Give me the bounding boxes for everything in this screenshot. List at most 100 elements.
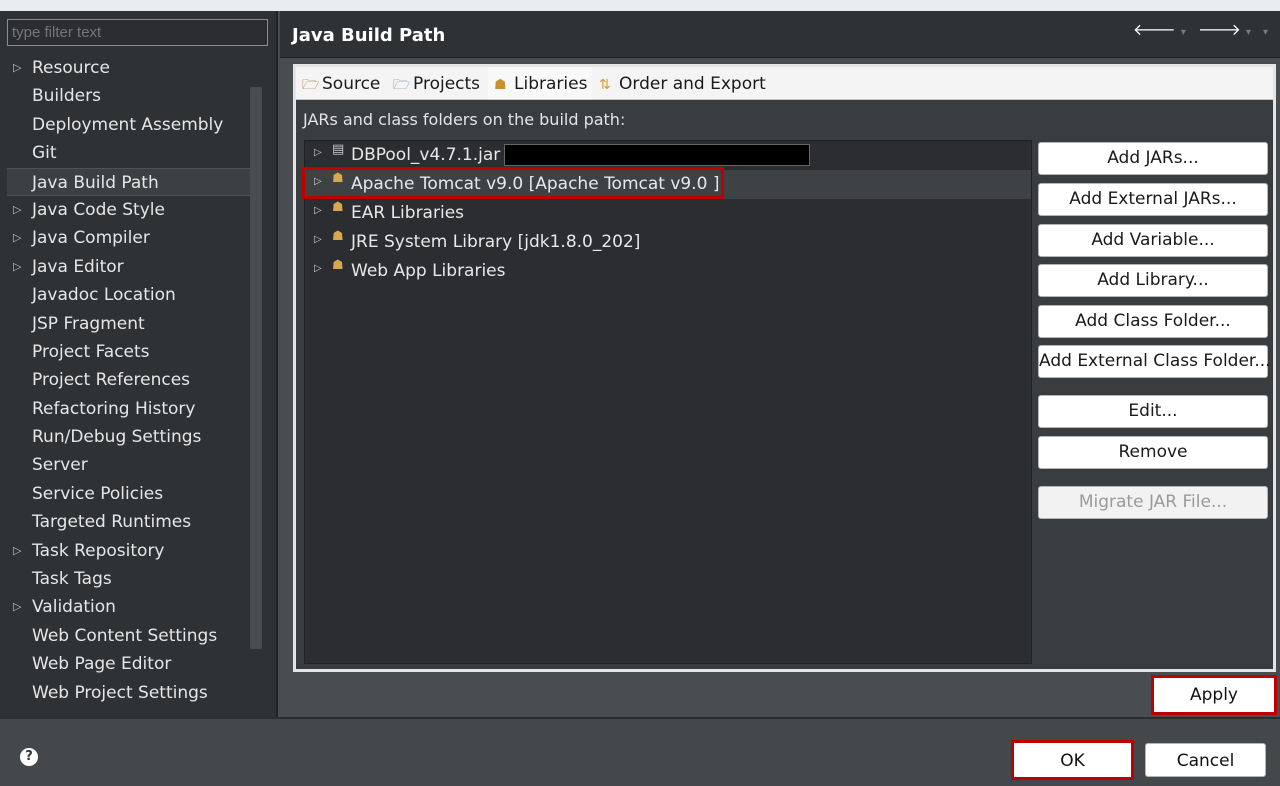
- forward-dropdown-icon[interactable]: ▾: [1246, 27, 1253, 38]
- tree-scrollbar[interactable]: [250, 87, 262, 649]
- tree-item-label: Project References: [32, 370, 191, 391]
- tree-item-web-project-settings[interactable]: Web Project Settings: [0, 679, 250, 707]
- tree-item-java-build-path[interactable]: Java Build Path: [7, 167, 250, 196]
- tree-item-label: Refactoring History: [32, 398, 196, 419]
- library-entry-ear-libraries[interactable]: ▷ ☗ EAR Libraries: [305, 199, 1031, 228]
- expand-triangle-icon[interactable]: ▷: [13, 253, 21, 281]
- tree-item-run-debug-settings[interactable]: Run/Debug Settings: [0, 423, 250, 451]
- dialog-button-bar: ? OK Cancel: [0, 717, 1280, 786]
- add-class-folder-button[interactable]: Add Class Folder...: [1038, 305, 1268, 338]
- tree-item-web-page-editor[interactable]: Web Page Editor: [0, 650, 250, 678]
- tree-item-label: Web Project Settings: [32, 682, 208, 703]
- expand-triangle-icon[interactable]: ▷: [314, 254, 322, 283]
- tree-item-targeted-runtimes[interactable]: Targeted Runtimes: [0, 508, 250, 536]
- page-header: Java Build Path 🡐 ▾ 🡒 ▾ ▾: [280, 11, 1280, 58]
- add-variable-button[interactable]: Add Variable...: [1038, 224, 1268, 257]
- apply-button[interactable]: Apply: [1151, 675, 1277, 715]
- library-entry-apache-tomcat[interactable]: ▷ ☗ Apache Tomcat v9.0 [Apache Tomcat v9…: [305, 170, 1031, 199]
- ok-button[interactable]: OK: [1011, 740, 1134, 780]
- tree-item-label: Run/Debug Settings: [32, 427, 202, 448]
- libraries-icon: ☗: [494, 77, 507, 93]
- tab-source[interactable]: 🗁 Source: [296, 67, 386, 99]
- library-icon: ☗: [332, 229, 344, 244]
- cancel-button[interactable]: Cancel: [1145, 743, 1266, 777]
- tab-libraries[interactable]: ☗ Libraries: [488, 67, 592, 99]
- library-entry-label: EAR Libraries: [351, 203, 465, 223]
- tree-item-refactoring-history[interactable]: Refactoring History: [0, 395, 250, 423]
- page-title: Java Build Path: [292, 25, 446, 46]
- tab-order-and-export[interactable]: ⇅ Order and Export: [593, 67, 773, 99]
- add-jars-button[interactable]: Add JARs...: [1038, 142, 1268, 175]
- tab-label: Libraries: [514, 74, 588, 94]
- tree-item-service-policies[interactable]: Service Policies: [0, 480, 250, 508]
- tree-item-label: Java Editor: [32, 256, 124, 277]
- expand-triangle-icon[interactable]: ▷: [314, 138, 322, 167]
- libraries-tab-content: JARs and class folders on the build path…: [296, 99, 1273, 669]
- expand-triangle-icon[interactable]: ▷: [13, 224, 21, 252]
- tree-item-task-tags[interactable]: Task Tags: [0, 565, 250, 593]
- library-entry-label: Web App Libraries: [351, 261, 506, 281]
- expand-triangle-icon[interactable]: ▷: [13, 196, 21, 224]
- back-dropdown-icon[interactable]: ▾: [1181, 27, 1188, 38]
- tree-item-resource[interactable]: ▷ Resource: [0, 54, 250, 82]
- tree-item-label: Task Repository: [32, 540, 165, 561]
- tab-folder: 🗁 Source 🗁 Projects ☗ Libraries ⇅ Order and …: [293, 64, 1276, 672]
- tree-item-label: Web Content Settings: [32, 625, 218, 646]
- expand-triangle-icon[interactable]: ▷: [13, 537, 21, 565]
- add-external-class-folder-button[interactable]: Add External Class Folder...: [1038, 345, 1271, 378]
- tree-item-git[interactable]: Git: [0, 139, 250, 167]
- tree-item-javadoc-location[interactable]: Javadoc Location: [0, 281, 250, 309]
- tree-item-jsp-fragment[interactable]: JSP Fragment: [0, 310, 250, 338]
- back-arrow-icon[interactable]: 🡐: [1133, 19, 1178, 39]
- expand-triangle-icon[interactable]: ▷: [13, 54, 21, 82]
- tree-item-server[interactable]: Server: [0, 451, 250, 479]
- tab-label: Projects: [413, 74, 481, 94]
- tree-item-task-repository[interactable]: ▷ Task Repository: [0, 537, 250, 565]
- tree-item-label: Validation: [32, 597, 116, 618]
- tree-item-project-references[interactable]: Project References: [0, 366, 250, 394]
- expand-triangle-icon[interactable]: ▷: [314, 225, 322, 254]
- library-entry-web-app-libraries[interactable]: ▷ ☗ Web App Libraries: [305, 257, 1031, 286]
- tree-item-web-content-settings[interactable]: Web Content Settings: [0, 622, 250, 650]
- tree-item-label: Java Compiler: [32, 228, 150, 249]
- tree-item-label: Resource: [32, 58, 110, 78]
- properties-tree: ▷ Resource Builders Deployment Assembly G…: [0, 54, 250, 707]
- add-external-jars-button[interactable]: Add External JARs...: [1038, 183, 1268, 216]
- expand-triangle-icon[interactable]: ▷: [13, 593, 21, 621]
- view-menu-icon[interactable]: ▾: [1263, 27, 1270, 38]
- library-entry-label: JRE System Library [jdk1.8.0_202]: [351, 232, 641, 252]
- tab-projects[interactable]: 🗁 Projects: [387, 67, 487, 99]
- filter-input[interactable]: [7, 19, 268, 46]
- tree-item-label: Server: [32, 455, 88, 476]
- library-entry-jre-system-library[interactable]: ▷ ☗ JRE System Library [jdk1.8.0_202]: [305, 228, 1031, 257]
- tree-item-java-editor[interactable]: ▷ Java Editor: [0, 253, 250, 281]
- remove-button[interactable]: Remove: [1038, 436, 1268, 469]
- edit-button[interactable]: Edit...: [1038, 395, 1268, 428]
- forward-arrow-icon[interactable]: 🡒: [1198, 19, 1243, 39]
- tree-item-deployment-assembly[interactable]: Deployment Assembly: [0, 111, 250, 139]
- window-top-strip: [0, 0, 1280, 11]
- library-icon: ☗: [332, 200, 344, 215]
- projects-folder-icon: 🗁: [393, 77, 411, 93]
- tree-item-project-facets[interactable]: Project Facets: [0, 338, 250, 366]
- migrate-jar-button[interactable]: Migrate JAR File...: [1038, 486, 1268, 519]
- libraries-tree[interactable]: ▷ ▤ DBPool_v4.7.1.jar ▷ ☗ Apache Tomcat …: [304, 140, 1032, 664]
- expand-triangle-icon[interactable]: ▷: [314, 196, 322, 225]
- tree-item-java-code-style[interactable]: ▷ Java Code Style: [0, 196, 250, 224]
- help-icon[interactable]: ?: [20, 748, 38, 766]
- source-folder-icon: 🗁: [302, 77, 320, 93]
- redacted-path-box: [504, 144, 811, 166]
- tree-item-java-compiler[interactable]: ▷ Java Compiler: [0, 224, 250, 252]
- tree-item-label: Web Page Editor: [32, 654, 172, 675]
- history-nav: 🡐 ▾ 🡒 ▾ ▾: [1130, 19, 1270, 39]
- library-entry-label: Apache Tomcat v9.0 [Apache Tomcat v9.0 ]: [351, 174, 720, 194]
- build-path-pane: Java Build Path 🡐 ▾ 🡒 ▾ ▾ 🗁 Source 🗁 Project…: [280, 11, 1280, 717]
- tree-item-validation[interactable]: ▷ Validation: [0, 593, 250, 621]
- tab-bar: 🗁 Source 🗁 Projects ☗ Libraries ⇅ Order and …: [296, 67, 1273, 99]
- add-library-button[interactable]: Add Library...: [1038, 264, 1268, 297]
- tree-item-label: Project Facets: [32, 341, 150, 362]
- tree-item-builders[interactable]: Builders: [0, 82, 250, 110]
- library-entry-dbpool[interactable]: ▷ ▤ DBPool_v4.7.1.jar: [305, 141, 1031, 170]
- tree-item-label: JSP Fragment: [32, 313, 145, 334]
- expand-triangle-icon[interactable]: ▷: [314, 167, 322, 196]
